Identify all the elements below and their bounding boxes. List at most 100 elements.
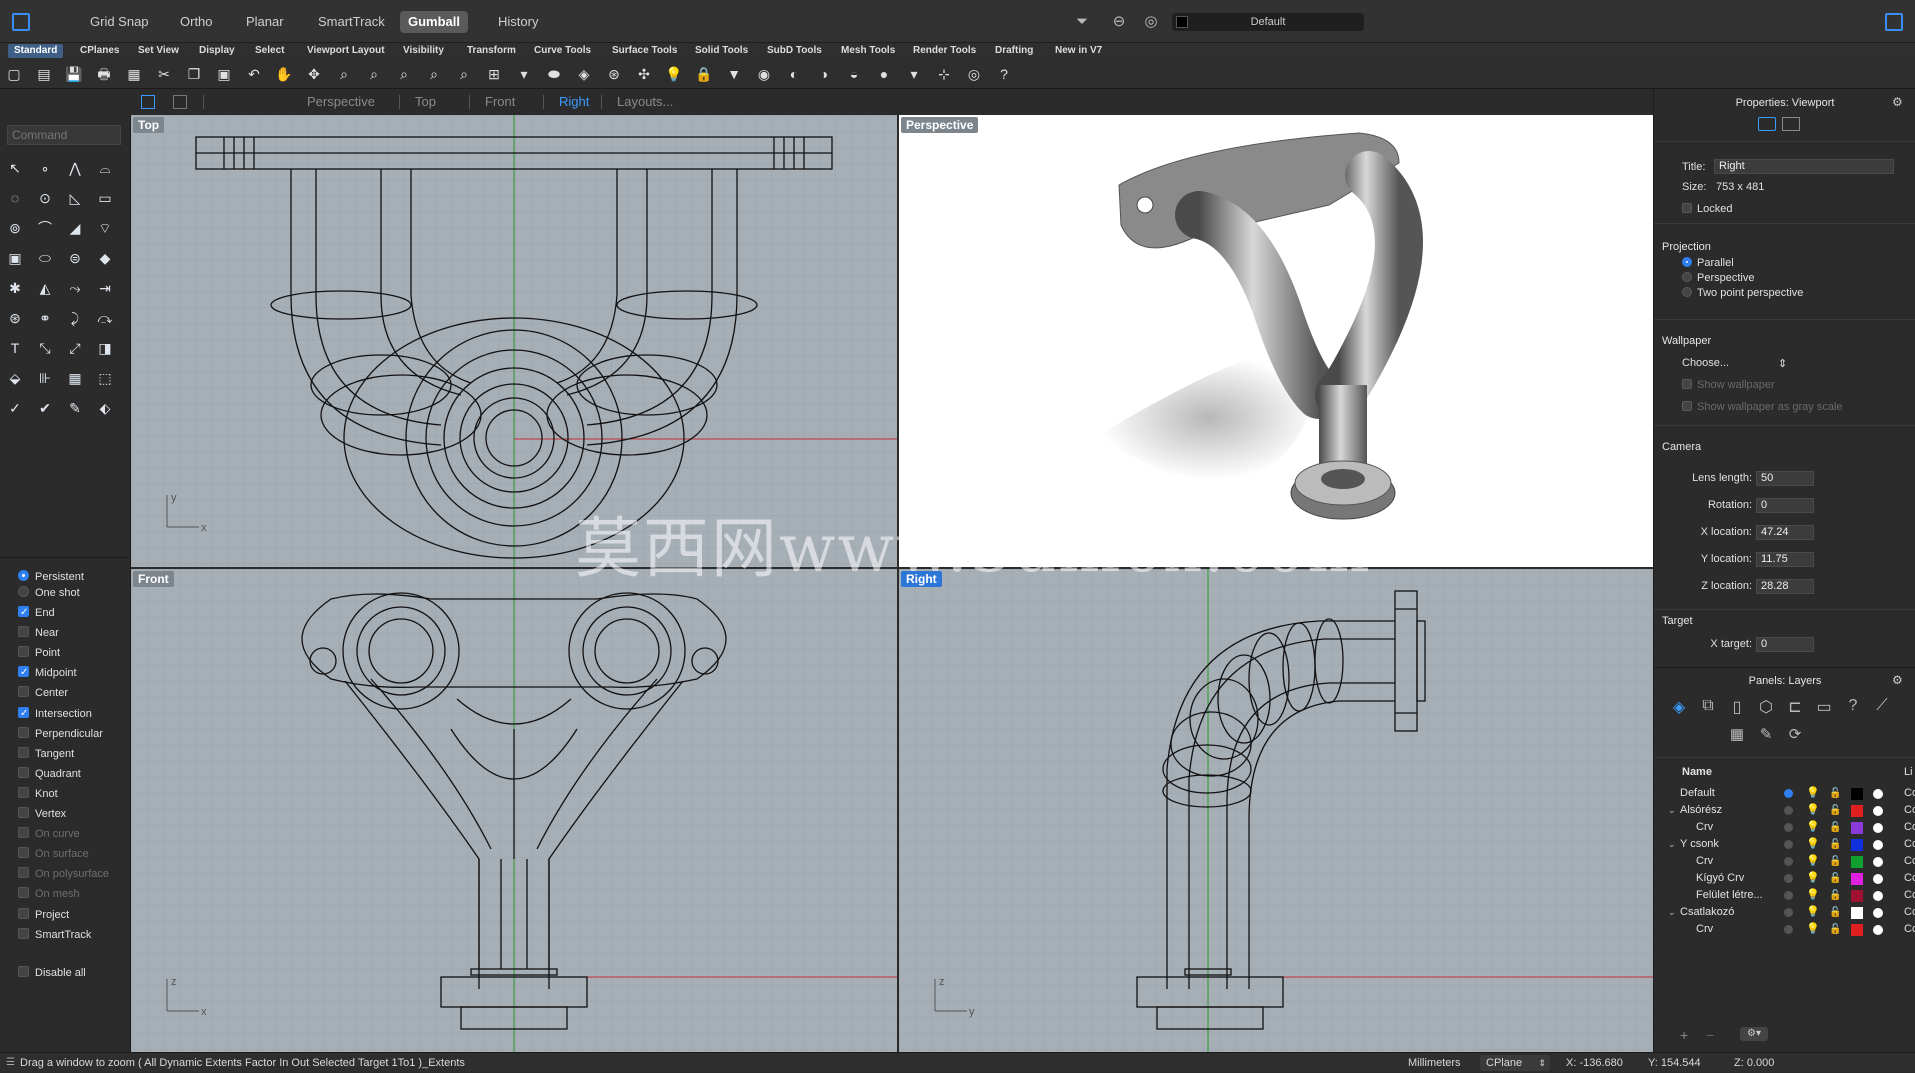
viewport-tab-perspective[interactable]: Perspective	[297, 89, 385, 115]
lock-icon[interactable]: 🔓	[1829, 785, 1841, 802]
zoom-window-icon[interactable]: ⌕	[364, 64, 384, 84]
window-layout-icon[interactable]	[12, 13, 30, 31]
tool-icon-31[interactable]: ▦	[64, 367, 86, 389]
layer-color-swatch[interactable]	[1851, 839, 1863, 851]
current-layer-icon[interactable]	[1784, 823, 1793, 832]
layer-color-swatch[interactable]	[1851, 907, 1863, 919]
viewport-icon[interactable]	[1782, 117, 1800, 131]
color-wheel-icon[interactable]: ◉	[754, 64, 774, 84]
layer-options-icon[interactable]: ⚙▾	[1740, 1027, 1768, 1041]
camera-field-z-location[interactable]: 28.28	[1756, 579, 1814, 594]
layer-color-swatch[interactable]	[1851, 924, 1863, 936]
tool-icon-6[interactable]: ⊙	[34, 187, 56, 209]
tool-icon-15[interactable]: ⊜	[64, 247, 86, 269]
current-layer-icon[interactable]	[1784, 840, 1793, 849]
tool-icon-19[interactable]: ⤳	[64, 277, 86, 299]
osnap-on-mesh[interactable]: On mesh	[18, 885, 80, 903]
current-layer-icon[interactable]	[1784, 891, 1793, 900]
record-icon[interactable]: ⊖	[1109, 12, 1129, 32]
viewport-label-perspective[interactable]: Perspective	[901, 117, 979, 133]
tool-icon-36[interactable]: ⬖	[94, 397, 116, 419]
osnap-perpendicular[interactable]: Perpendicular	[18, 725, 103, 743]
mode-ortho[interactable]: Ortho	[172, 11, 221, 33]
viewport-tab-front[interactable]: Front	[475, 89, 525, 115]
history-icon[interactable]: ⟳	[1784, 725, 1806, 747]
tool-icon-3[interactable]: ⋀	[64, 157, 86, 179]
render-icon[interactable]: ⬬	[544, 64, 564, 84]
snap-icon[interactable]: ⊹	[934, 64, 954, 84]
expander-chevron-icon[interactable]: ⌄	[1668, 836, 1676, 853]
import-icon[interactable]: ▦	[124, 64, 144, 84]
cut-icon[interactable]: ✂	[154, 64, 174, 84]
osnap-on-surface[interactable]: On surface	[18, 845, 89, 863]
layer-color-swatch[interactable]	[1851, 890, 1863, 902]
tool-icon-13[interactable]: ▣	[4, 247, 26, 269]
command-input[interactable]	[7, 125, 121, 145]
tool-icon-29[interactable]: ⬙	[4, 367, 26, 389]
tab-solid-tools[interactable]: Solid Tools	[689, 44, 754, 58]
current-layer-icon[interactable]	[1784, 874, 1793, 883]
layer-row[interactable]: ⌄ Y csonk 💡 🔓 Co	[1654, 836, 1915, 853]
panel-layers-icon[interactable]: ◈	[1668, 697, 1690, 719]
show-wallpaper-gray-checkbox[interactable]: Show wallpaper as gray scale	[1682, 401, 1843, 413]
layer-color-swatch[interactable]	[1851, 822, 1863, 834]
tab-drafting[interactable]: Drafting	[989, 44, 1039, 58]
tool-icon-20[interactable]: ⇥	[94, 277, 116, 299]
tool-icon-4[interactable]: ⌓	[94, 157, 116, 179]
osnap-disable-all[interactable]: Disable all	[18, 964, 86, 982]
wallpaper-choose-dropdown[interactable]: Choose... ⇕	[1682, 357, 1787, 370]
tab-new-in-v7[interactable]: New in V7	[1049, 44, 1108, 58]
material-icon[interactable]	[1873, 891, 1883, 901]
filter-icon[interactable]: ⏷	[1072, 12, 1092, 32]
rotate-icon[interactable]: ✥	[304, 64, 324, 84]
lock-icon[interactable]: 🔓	[1829, 870, 1841, 887]
lock-icon[interactable]: 🔓	[1829, 921, 1841, 938]
remove-layer-icon[interactable]: −	[1706, 1027, 1714, 1043]
lock-icon[interactable]: 🔓	[1829, 853, 1841, 870]
tab-viewport-layout[interactable]: Viewport Layout	[301, 44, 391, 58]
zoom-extents-icon[interactable]: ⌕	[394, 64, 414, 84]
layer-row[interactable]: Kígyó Crv 💡 🔓 Co	[1654, 870, 1915, 887]
viewport-tab-layouts[interactable]: Layouts...	[607, 89, 683, 115]
tool-icon-10[interactable]: ⌒	[34, 217, 56, 239]
osnap-intersection[interactable]: Intersection	[18, 705, 92, 723]
viewport-label-top[interactable]: Top	[133, 117, 165, 133]
lock-icon[interactable]: 🔓	[1829, 819, 1841, 836]
layer-row[interactable]: Crv 💡 🔓 Co	[1654, 819, 1915, 836]
target-field-x[interactable]: 0	[1756, 637, 1814, 652]
units-label[interactable]: Millimeters	[1408, 1053, 1461, 1073]
tool-icon-9[interactable]: ⊚	[4, 217, 26, 239]
osnap-center[interactable]: Center	[18, 684, 68, 702]
panel-notes-icon[interactable]: ▯	[1726, 697, 1748, 719]
tool-icon-27[interactable]: ⤢	[64, 337, 86, 359]
show-icon[interactable]: ⊛	[604, 64, 624, 84]
lightbulb-icon[interactable]: 💡	[1806, 802, 1820, 819]
osnap-on-polysurface[interactable]: On polysurface	[18, 865, 109, 883]
material-icon[interactable]	[1873, 840, 1883, 850]
tab-set-view[interactable]: Set View	[132, 44, 185, 58]
current-layer-icon[interactable]	[1784, 789, 1793, 798]
camera-icon[interactable]	[1758, 117, 1776, 131]
layer-row[interactable]: Default 💡 🔓 Co	[1654, 785, 1915, 802]
camera-field-x-location[interactable]: 47.24	[1756, 525, 1814, 540]
expander-chevron-icon[interactable]: ⌄	[1668, 904, 1676, 921]
tool-icon-8[interactable]: ▭	[94, 187, 116, 209]
material-icon[interactable]	[1873, 908, 1883, 918]
material-icon[interactable]	[1873, 806, 1883, 816]
osnap-smarttrack[interactable]: SmartTrack	[18, 926, 91, 944]
four-view-icon[interactable]: ⊞	[484, 64, 504, 84]
lock-icon[interactable]: 🔓	[1829, 904, 1841, 921]
tool-icon-32[interactable]: ⬚	[94, 367, 116, 389]
tool-icon-18[interactable]: ◭	[34, 277, 56, 299]
tab-display[interactable]: Display	[193, 44, 241, 58]
viewport-right[interactable]: z y Right	[899, 569, 1653, 1052]
raytrace-icon[interactable]: ●	[874, 64, 894, 84]
tab-curve-tools[interactable]: Curve Tools	[528, 44, 597, 58]
tool-icon-25[interactable]: T	[4, 337, 26, 359]
dropdown2-icon[interactable]: ▾	[904, 64, 924, 84]
layer-row[interactable]: Crv 💡 🔓 Co	[1654, 921, 1915, 938]
viewport-tab-top[interactable]: Top	[405, 89, 446, 115]
mode-history[interactable]: History	[490, 11, 546, 33]
lightbulb-icon[interactable]: 💡	[1806, 870, 1820, 887]
lock-icon[interactable]: 🔓	[1829, 887, 1841, 904]
